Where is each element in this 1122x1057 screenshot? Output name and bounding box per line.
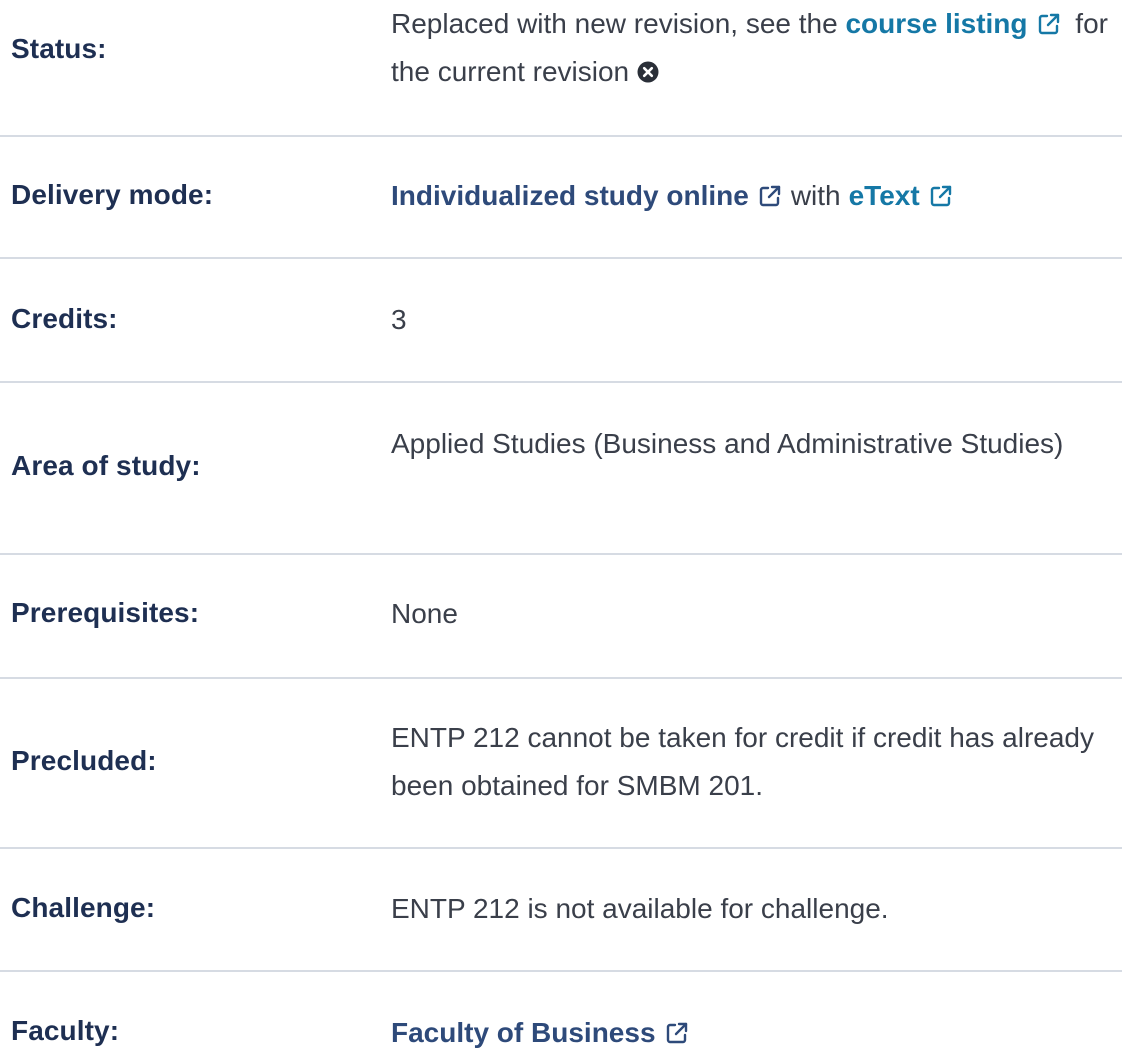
row-divider xyxy=(0,677,1122,679)
status-value: Replaced with new revision, see the cour… xyxy=(391,0,1119,96)
precluded-value: ENTP 212 cannot be taken for credit if c… xyxy=(391,722,1094,801)
external-link-icon[interactable] xyxy=(930,185,952,207)
delivery-mode-value: Individualized study online with eText xyxy=(391,172,1119,220)
row-divider xyxy=(0,381,1122,383)
status-label: Status: xyxy=(11,33,107,64)
faculty-label: Faculty: xyxy=(11,1015,120,1046)
etext-link[interactable]: eText xyxy=(849,180,920,211)
row-divider xyxy=(0,135,1122,137)
row-divider xyxy=(0,553,1122,555)
area-of-study-label: Area of study: xyxy=(11,450,201,481)
challenge-label: Challenge: xyxy=(11,892,156,923)
prerequisites-value: None xyxy=(391,598,458,629)
precluded-label: Precluded: xyxy=(11,745,157,776)
row-divider xyxy=(0,257,1122,259)
challenge-value: ENTP 212 is not available for challenge. xyxy=(391,893,889,924)
faculty-value: Faculty of Business xyxy=(391,1009,1119,1057)
row-divider xyxy=(0,847,1122,849)
course-listing-link[interactable]: course listing xyxy=(845,8,1027,39)
credits-label: Credits: xyxy=(11,303,118,334)
individualized-study-online-link[interactable]: Individualized study online xyxy=(391,180,749,211)
credits-value: 3 xyxy=(391,304,407,335)
area-of-study-value: Applied Studies (Business and Administra… xyxy=(391,428,1064,459)
external-link-icon[interactable] xyxy=(759,185,781,207)
external-link-icon[interactable] xyxy=(1038,13,1060,35)
prerequisites-label: Prerequisites: xyxy=(11,597,200,628)
delivery-mode-with: with xyxy=(790,180,841,211)
row-divider xyxy=(0,970,1122,972)
close-circle-icon xyxy=(637,61,659,83)
status-text-before: Replaced with new revision, see the xyxy=(391,8,846,39)
delivery-mode-label: Delivery mode: xyxy=(11,179,214,210)
faculty-of-business-link[interactable]: Faculty of Business xyxy=(391,1017,656,1048)
external-link-icon[interactable] xyxy=(666,1022,688,1044)
